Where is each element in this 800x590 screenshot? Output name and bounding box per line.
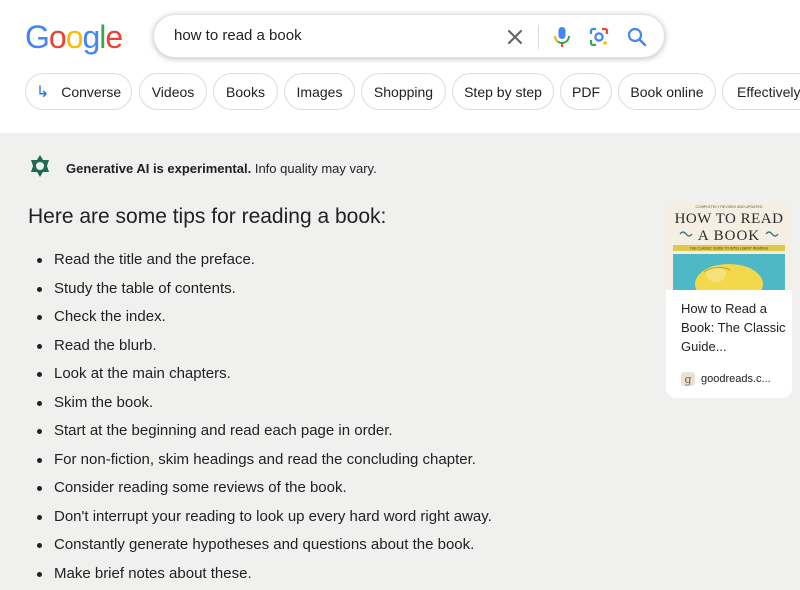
ai-notice: Generative AI is experimental. Info qual… [28, 154, 377, 183]
chip-label: Books [226, 83, 265, 100]
logo-letter: g [82, 19, 100, 55]
list-item: Read the title and the preface. [28, 246, 492, 275]
source-card-title[interactable]: How to Read a Book: The Classic Guide... [681, 299, 786, 356]
cover-top-line: COMPLETELY REVISED AND UPDATED [696, 205, 763, 209]
search-divider [538, 25, 539, 49]
search-header: Google how to read a book ↳ Converse Vid… [0, 0, 800, 133]
chip-pdf[interactable]: PDF [560, 73, 612, 110]
tips-list: Read the title and the preface. Study th… [28, 246, 492, 588]
source-site-label: goodreads.c... [701, 373, 771, 385]
cover-subtitle: THE CLASSIC GUIDE TO INTELLIGENT READING [690, 247, 769, 251]
lens-icon[interactable] [586, 24, 612, 50]
chip-images[interactable]: Images [284, 73, 355, 110]
converse-arrow-icon: ↳ [35, 83, 50, 101]
list-item: Constantly generate hypotheses and quest… [28, 531, 492, 560]
ai-notice-text: Generative AI is experimental. Info qual… [66, 161, 377, 176]
chip-label: Videos [151, 83, 195, 100]
chip-converse[interactable]: ↳ Converse [25, 73, 132, 110]
google-logo[interactable]: Google [25, 17, 123, 57]
chip-label: PDF [572, 83, 600, 100]
mic-icon[interactable] [549, 24, 575, 50]
search-icon[interactable] [624, 24, 650, 50]
list-item: Look at the main chapters. [28, 360, 492, 389]
ai-heading: Here are some tips for reading a book: [28, 205, 387, 228]
logo-letter: G [25, 19, 50, 55]
list-item: Make brief notes about these. [28, 560, 492, 589]
ai-sparkle-icon [28, 154, 52, 183]
chip-label: Shopping [373, 83, 434, 100]
chip-label: Step by step [464, 83, 542, 100]
chip-step-by-step[interactable]: Step by step [452, 73, 554, 110]
chip-videos[interactable]: Videos [139, 73, 207, 110]
chip-effectively[interactable]: Effectively [722, 73, 800, 110]
clear-icon[interactable] [502, 24, 528, 50]
ai-overview-panel: Generative AI is experimental. Info qual… [0, 133, 800, 590]
chip-book-online[interactable]: Book online [618, 73, 716, 110]
logo-letter: e [105, 19, 123, 55]
list-item: Skim the book. [28, 389, 492, 418]
logo-letter: o [48, 19, 67, 55]
logo-letter: o [65, 19, 84, 55]
ai-notice-bold: Generative AI is experimental. [66, 160, 252, 176]
source-site[interactable]: g goodreads.c... [681, 370, 771, 388]
search-input[interactable]: how to read a book [174, 27, 302, 44]
list-item: For non-fiction, skim headings and read … [28, 446, 492, 475]
chip-label: Effectively [737, 83, 800, 100]
chip-shopping[interactable]: Shopping [361, 73, 446, 110]
list-item: Don't interrupt your reading to look up … [28, 503, 492, 532]
chip-label: Converse [61, 83, 122, 100]
book-cover-image: COMPLETELY REVISED AND UPDATED HOW TO RE… [666, 202, 792, 304]
source-card[interactable]: COMPLETELY REVISED AND UPDATED HOW TO RE… [666, 202, 792, 398]
list-item: Read the blurb. [28, 332, 492, 361]
goodreads-favicon-icon: g [681, 372, 695, 386]
chip-label: Book online [630, 83, 704, 100]
chip-books[interactable]: Books [213, 73, 278, 110]
list-item: Start at the beginning and read each pag… [28, 417, 492, 446]
filter-chips: ↳ Converse Videos Books Images Shopping … [25, 73, 800, 111]
cover-title-line-1: HOW TO READ [675, 211, 784, 227]
list-item: Check the index. [28, 303, 492, 332]
ai-notice-rest: Info quality may vary. [251, 160, 377, 176]
chip-label: Images [296, 83, 343, 100]
search-box[interactable]: how to read a book [153, 14, 665, 58]
cover-title-line-2: A BOOK [698, 228, 760, 244]
list-item: Consider reading some reviews of the boo… [28, 474, 492, 503]
list-item: Study the table of contents. [28, 275, 492, 304]
